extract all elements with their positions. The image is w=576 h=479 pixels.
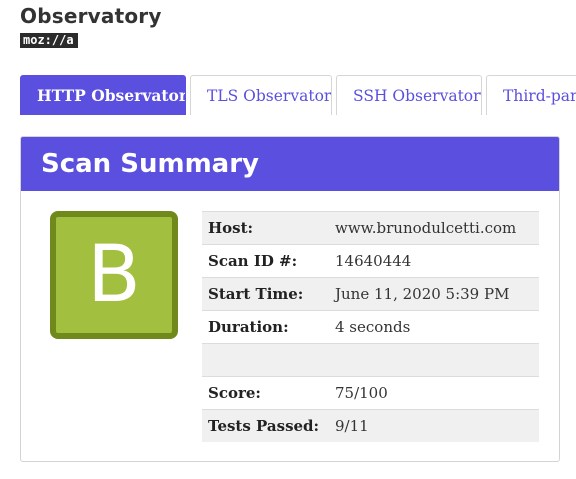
summary-row-tests-passed: Tests Passed: 9/11 [202, 409, 539, 442]
tests-passed-value: 9/11 [335, 417, 369, 435]
card-title: Scan Summary [41, 149, 259, 179]
tab-ssh-observatory[interactable]: SSH Observatory [336, 75, 482, 115]
grade-badge: B [50, 211, 178, 339]
site-title[interactable]: Observatory [20, 4, 162, 28]
row-label: Duration: [208, 318, 289, 336]
summary-row-scan-id: Scan ID #: 14640444 [202, 244, 539, 277]
observatory-tabs: HTTP Observatory TLS Observatory SSH Obs… [20, 75, 576, 117]
start-time-value: June 11, 2020 5:39 PM [335, 285, 510, 303]
summary-row-host: Host: www.brunodulcetti.com [202, 211, 539, 244]
host-value: www.brunodulcetti.com [335, 219, 517, 237]
row-label: Scan ID #: [208, 252, 298, 270]
mozilla-logo[interactable]: moz://a [20, 33, 78, 48]
summary-row-duration: Duration: 4 seconds [202, 310, 539, 343]
tab-third-party[interactable]: Third-party [486, 75, 576, 115]
brand: Observatory moz://a [20, 4, 162, 48]
summary-row-empty [202, 343, 539, 376]
row-label: Score: [208, 384, 261, 402]
row-label: Host: [208, 219, 254, 237]
scan-summary-card: Scan Summary B Host: www.brunodulcetti.c… [20, 136, 560, 462]
summary-row-start-time: Start Time: June 11, 2020 5:39 PM [202, 277, 539, 310]
row-label: Start Time: [208, 285, 304, 303]
row-label: Tests Passed: [208, 417, 320, 435]
tab-http-observatory[interactable]: HTTP Observatory [20, 75, 186, 115]
tab-tls-observatory[interactable]: TLS Observatory [190, 75, 332, 115]
summary-table: Host: www.brunodulcetti.com Scan ID #: 1… [202, 211, 539, 442]
summary-row-score: Score: 75/100 [202, 376, 539, 409]
card-header: Scan Summary [21, 137, 559, 191]
duration-value: 4 seconds [335, 318, 411, 336]
grade-letter: B [87, 230, 141, 320]
score-value: 75/100 [335, 384, 388, 402]
scan-id-value: 14640444 [335, 252, 412, 270]
